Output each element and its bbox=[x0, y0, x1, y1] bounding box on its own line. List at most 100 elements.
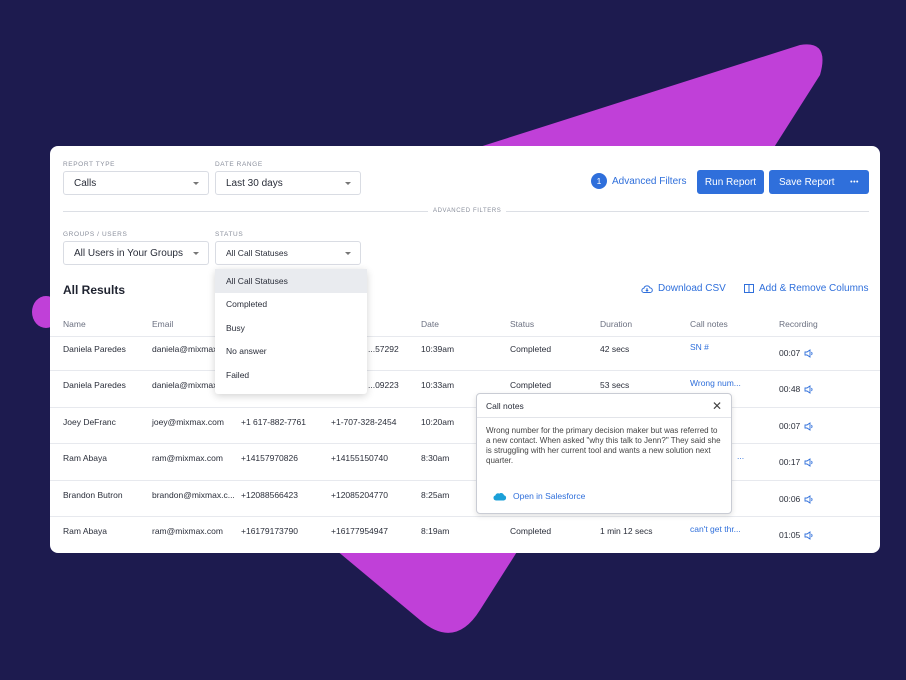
cloud-download-icon bbox=[641, 284, 653, 293]
speaker-icon[interactable] bbox=[804, 384, 814, 394]
download-csv-link[interactable]: Download CSV bbox=[641, 283, 726, 294]
cell-to: ...57292 bbox=[368, 344, 399, 354]
cell-duration: 53 secs bbox=[600, 380, 630, 390]
cell-recording[interactable]: 01:05 bbox=[779, 530, 814, 540]
cell-name: Ram Abaya bbox=[63, 526, 107, 536]
cell-status: Completed bbox=[510, 526, 552, 536]
report-card: REPORT TYPE Calls DATE RANGE Last 30 day… bbox=[50, 146, 880, 553]
date-range-label: DATE RANGE bbox=[215, 161, 263, 168]
cell-date: 8:30am bbox=[421, 453, 450, 463]
column-header-duration[interactable]: Duration bbox=[600, 319, 632, 329]
speaker-icon[interactable] bbox=[804, 457, 814, 467]
date-range-select[interactable]: Last 30 days bbox=[215, 171, 361, 195]
status-option[interactable]: Failed bbox=[215, 363, 367, 387]
column-header-recording[interactable]: Recording bbox=[779, 319, 818, 329]
status-option[interactable]: Busy bbox=[215, 316, 367, 340]
download-csv-label: Download CSV bbox=[658, 283, 726, 294]
status-option[interactable]: All Call Statuses bbox=[215, 269, 367, 293]
open-in-salesforce-link[interactable]: Open in Salesforce bbox=[493, 491, 585, 501]
cell-call-notes[interactable]: can't get thr... bbox=[690, 524, 741, 534]
groups-select[interactable]: All Users in Your Groups bbox=[63, 241, 209, 265]
cell-to: +12085204770 bbox=[331, 490, 388, 500]
cell-recording[interactable]: 00:17 bbox=[779, 457, 814, 467]
more-options-icon[interactable]: ••• bbox=[850, 179, 859, 186]
cell-name: Brandon Butron bbox=[63, 490, 123, 500]
cell-date: 8:25am bbox=[421, 490, 450, 500]
cell-call-notes[interactable]: SN # bbox=[690, 342, 709, 352]
speaker-icon[interactable] bbox=[804, 348, 814, 358]
columns-icon bbox=[744, 284, 754, 293]
cell-to: +16177954947 bbox=[331, 526, 388, 536]
recording-duration: 01:05 bbox=[779, 530, 801, 540]
cell-date: 10:33am bbox=[421, 380, 455, 390]
status-dropdown-menu: All Call Statuses Completed Busy No answ… bbox=[215, 269, 367, 394]
chevron-down-icon bbox=[193, 252, 199, 255]
column-header-email[interactable]: Email bbox=[152, 319, 173, 329]
cell-email: brandon@mixmax.c... bbox=[152, 490, 235, 500]
recording-duration: 00:17 bbox=[779, 457, 801, 467]
cell-from: +12088566423 bbox=[241, 490, 298, 500]
cell-date: 8:19am bbox=[421, 526, 450, 536]
chevron-down-icon bbox=[193, 182, 199, 185]
close-icon[interactable]: ✕ bbox=[712, 400, 722, 412]
report-type-select[interactable]: Calls bbox=[63, 171, 209, 195]
cell-from: +16179173790 bbox=[241, 526, 298, 536]
results-title: All Results bbox=[63, 283, 126, 297]
cell-recording[interactable]: 00:07 bbox=[779, 421, 814, 431]
row-divider bbox=[50, 480, 880, 481]
table-divider bbox=[50, 336, 880, 337]
speaker-icon[interactable] bbox=[804, 494, 814, 504]
advanced-filters-heading: ADVANCED FILTERS bbox=[428, 208, 507, 214]
recording-duration: 00:07 bbox=[779, 348, 801, 358]
report-type-label: REPORT TYPE bbox=[63, 161, 116, 168]
open-in-salesforce-label: Open in Salesforce bbox=[513, 491, 586, 501]
advanced-filters-label: Advanced Filters bbox=[612, 175, 687, 187]
add-remove-columns-link[interactable]: Add & Remove Columns bbox=[744, 283, 869, 294]
cell-recording[interactable]: 00:48 bbox=[779, 384, 814, 394]
popup-header: Call notes ✕ bbox=[477, 394, 731, 418]
call-notes-popup: Call notes ✕ Wrong number for the primar… bbox=[476, 393, 732, 514]
cell-call-notes[interactable]: Wrong num... bbox=[690, 378, 741, 388]
cell-recording[interactable]: 00:06 bbox=[779, 494, 814, 504]
status-option[interactable]: No answer bbox=[215, 340, 367, 364]
cell-duration: 42 secs bbox=[600, 344, 630, 354]
column-header-name[interactable]: Name bbox=[63, 319, 86, 329]
row-divider bbox=[50, 516, 880, 517]
cell-email: ram@mixmax.com bbox=[152, 453, 223, 463]
cell-name: Ram Abaya bbox=[63, 453, 107, 463]
row-divider bbox=[50, 407, 880, 408]
cell-to: +14155150740 bbox=[331, 453, 388, 463]
cell-email: joey@mixmax.com bbox=[152, 417, 224, 427]
date-range-value: Last 30 days bbox=[226, 177, 283, 189]
cell-to: +1-707-328-2454 bbox=[331, 417, 397, 427]
recording-duration: 00:06 bbox=[779, 494, 801, 504]
cell-date: 10:39am bbox=[421, 344, 455, 354]
cell-from: +14157970826 bbox=[241, 453, 298, 463]
advanced-filters-toggle[interactable]: 1 Advanced Filters bbox=[591, 173, 686, 189]
report-type-value: Calls bbox=[74, 177, 97, 189]
row-divider bbox=[50, 370, 880, 371]
add-remove-columns-label: Add & Remove Columns bbox=[759, 283, 869, 294]
chevron-down-icon bbox=[345, 182, 351, 185]
status-label: STATUS bbox=[215, 231, 244, 238]
column-header-status[interactable]: Status bbox=[510, 319, 534, 329]
column-header-call-notes[interactable]: Call notes bbox=[690, 319, 728, 329]
save-report-button[interactable]: Save Report ••• bbox=[769, 170, 869, 194]
cell-recording[interactable]: 00:07 bbox=[779, 348, 814, 358]
column-header-date[interactable]: Date bbox=[421, 319, 439, 329]
salesforce-cloud-icon bbox=[493, 492, 507, 501]
cell-call-notes[interactable]: ... bbox=[737, 451, 744, 461]
row-divider bbox=[50, 443, 880, 444]
cell-to: ...09223 bbox=[368, 380, 399, 390]
cell-from: +1 617-882-7761 bbox=[241, 417, 306, 427]
save-report-label: Save Report bbox=[779, 176, 835, 188]
speaker-icon[interactable] bbox=[804, 421, 814, 431]
status-select[interactable]: All Call Statuses bbox=[215, 241, 361, 265]
speaker-icon[interactable] bbox=[804, 530, 814, 540]
run-report-button[interactable]: Run Report bbox=[697, 170, 764, 194]
cell-name: Daniela Paredes bbox=[63, 380, 126, 390]
cell-name: Daniela Paredes bbox=[63, 344, 126, 354]
groups-value: All Users in Your Groups bbox=[74, 247, 183, 259]
status-option[interactable]: Completed bbox=[215, 293, 367, 317]
advanced-filter-count-badge: 1 bbox=[591, 173, 607, 189]
